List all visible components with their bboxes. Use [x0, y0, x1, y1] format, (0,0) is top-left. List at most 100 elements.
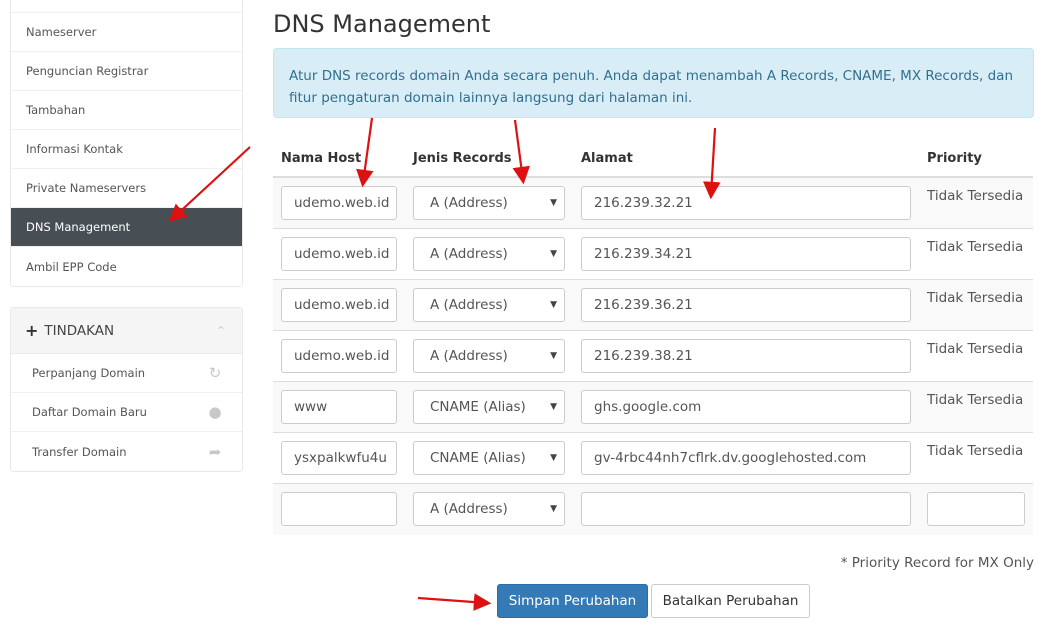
address-cell: ghs.google.com [573, 381, 919, 433]
priority-value: Tidak Tersedia [927, 443, 1024, 459]
col-priority: Priority [919, 140, 1033, 178]
priority-input[interactable] [927, 492, 1025, 526]
table-row: udemo.web.id A (Address) ▼ 216.239.36.21 Tid… [273, 279, 1033, 331]
refresh-icon: ↻ [208, 364, 222, 382]
priority-cell: Tidak Tersedia [919, 330, 1033, 382]
host-cell [273, 483, 405, 535]
record-type-select[interactable]: A (Address) ▼ [413, 186, 565, 220]
action-transfer-domain[interactable]: Transfer Domain ➦ [11, 432, 242, 471]
record-type-value: A (Address) [430, 195, 508, 211]
host-cell: udemo.web.id [273, 177, 405, 229]
caret-down-icon: ▼ [550, 198, 557, 208]
address-cell: 216.239.38.21 [573, 330, 919, 382]
address-input[interactable]: gv-4rbc44nh7cflrk.dv.googlehosted.com [581, 441, 911, 475]
address-input[interactable]: 216.239.32.21 [581, 186, 911, 220]
dns-records-table: Nama Host Jenis Records Alamat Priority … [273, 140, 1033, 535]
actions-panel-header[interactable]: + TINDAKAN ⌃ [11, 308, 242, 354]
address-cell: 216.239.32.21 [573, 177, 919, 229]
caret-down-icon: ▼ [550, 351, 557, 361]
col-address: Alamat [573, 140, 919, 178]
page-title: DNS Management [273, 10, 491, 38]
host-cell: udemo.web.id [273, 228, 405, 280]
address-cell: gv-4rbc44nh7cflrk.dv.googlehosted.com [573, 432, 919, 484]
nav-item-registrar-lock[interactable]: Penguncian Registrar [11, 52, 242, 91]
nav-item-nameserver[interactable]: Nameserver [11, 13, 242, 52]
address-cell: 216.239.36.21 [573, 279, 919, 331]
priority-cell [919, 483, 1033, 535]
host-cell: www [273, 381, 405, 433]
priority-cell: Tidak Tersedia [919, 279, 1033, 331]
priority-cell: Tidak Tersedia [919, 381, 1033, 433]
host-input[interactable]: udemo.web.id [281, 288, 397, 322]
host-input[interactable]: www [281, 390, 397, 424]
host-cell: ysxpalkwfu4u [273, 432, 405, 484]
caret-down-icon: ▼ [550, 453, 557, 463]
record-type-select[interactable]: CNAME (Alias) ▼ [413, 390, 565, 424]
host-input[interactable]: udemo.web.id [281, 237, 397, 271]
priority-cell: Tidak Tersedia [919, 228, 1033, 280]
arrow-to-save-button [417, 593, 492, 611]
action-register-domain[interactable]: Daftar Domain Baru ● [11, 393, 242, 432]
type-cell: A (Address) ▼ [405, 177, 573, 229]
type-cell: A (Address) ▼ [405, 279, 573, 331]
table-row: www CNAME (Alias) ▼ ghs.google.com Tidak Ter… [273, 381, 1033, 433]
host-input[interactable]: ysxpalkwfu4u [281, 441, 397, 475]
priority-value: Tidak Tersedia [927, 188, 1024, 204]
type-cell: A (Address) ▼ [405, 330, 573, 382]
address-input[interactable]: 216.239.34.21 [581, 237, 911, 271]
nav-item-contact-info[interactable]: Informasi Kontak [11, 130, 242, 169]
address-cell: 216.239.34.21 [573, 228, 919, 280]
record-type-value: A (Address) [430, 501, 508, 517]
col-type: Jenis Records [405, 140, 573, 178]
type-cell: A (Address) ▼ [405, 228, 573, 280]
action-renew-domain[interactable]: Perpanjang Domain ↻ [11, 354, 242, 393]
record-type-value: A (Address) [430, 246, 508, 262]
table-row: udemo.web.id A (Address) ▼ 216.239.34.21 Tid… [273, 228, 1033, 280]
record-type-select[interactable]: A (Address) ▼ [413, 288, 565, 322]
priority-value: Tidak Tersedia [927, 239, 1024, 255]
address-input[interactable] [581, 492, 911, 526]
caret-down-icon: ▼ [550, 249, 557, 259]
priority-footnote: * Priority Record for MX Only [840, 555, 1034, 571]
globe-icon: ● [208, 403, 222, 421]
nav-item-epp-code[interactable]: Ambil EPP Code [11, 247, 242, 286]
table-row: udemo.web.id A (Address) ▼ 216.239.32.21 Tid… [273, 177, 1033, 229]
priority-cell: Tidak Tersedia [919, 177, 1033, 229]
nav-item-addons[interactable]: Tambahan [11, 91, 242, 130]
type-cell: CNAME (Alias) ▼ [405, 381, 573, 433]
save-changes-button[interactable]: Simpan Perubahan [497, 584, 648, 618]
address-input[interactable]: ghs.google.com [581, 390, 911, 424]
address-input[interactable]: 216.239.38.21 [581, 339, 911, 373]
caret-down-icon: ▼ [550, 300, 557, 310]
actions-panel: + TINDAKAN ⌃ Perpanjang Domain ↻ Daftar … [10, 307, 243, 472]
type-cell: CNAME (Alias) ▼ [405, 432, 573, 484]
host-input[interactable]: udemo.web.id [281, 186, 397, 220]
record-type-select[interactable]: CNAME (Alias) ▼ [413, 441, 565, 475]
record-type-select[interactable]: A (Address) ▼ [413, 492, 565, 526]
nav-item-private-nameservers[interactable]: Private Nameservers [11, 169, 242, 208]
chevron-up-icon[interactable]: ⌃ [216, 324, 226, 338]
host-cell: udemo.web.id [273, 330, 405, 382]
priority-value: Tidak Tersedia [927, 341, 1024, 357]
plus-icon: + [25, 321, 39, 340]
caret-down-icon: ▼ [550, 402, 557, 412]
host-input[interactable]: udemo.web.id [281, 339, 397, 373]
table-row: ysxpalkwfu4u CNAME (Alias) ▼ gv-4rbc44nh7cf… [273, 432, 1033, 484]
host-input[interactable] [281, 492, 397, 526]
table-row: udemo.web.id A (Address) ▼ 216.239.38.21 Tid… [273, 330, 1033, 382]
address-input[interactable]: 216.239.36.21 [581, 288, 911, 322]
nav-item-auto-renew[interactable]: Perpanjang Otomatis [11, 0, 242, 13]
priority-cell: Tidak Tersedia [919, 432, 1033, 484]
nav-item-dns-management[interactable]: DNS Management [11, 208, 242, 247]
host-cell: udemo.web.id [273, 279, 405, 331]
table-header-row: Nama Host Jenis Records Alamat Priority [273, 140, 1033, 178]
record-type-value: CNAME (Alias) [430, 450, 526, 466]
cancel-changes-button[interactable]: Batalkan Perubahan [651, 584, 810, 618]
new-record-row: A (Address) ▼ [273, 483, 1033, 535]
record-type-value: CNAME (Alias) [430, 399, 526, 415]
record-type-value: A (Address) [430, 348, 508, 364]
record-type-select[interactable]: A (Address) ▼ [413, 237, 565, 271]
priority-value: Tidak Tersedia [927, 290, 1024, 306]
record-type-select[interactable]: A (Address) ▼ [413, 339, 565, 373]
record-type-value: A (Address) [430, 297, 508, 313]
